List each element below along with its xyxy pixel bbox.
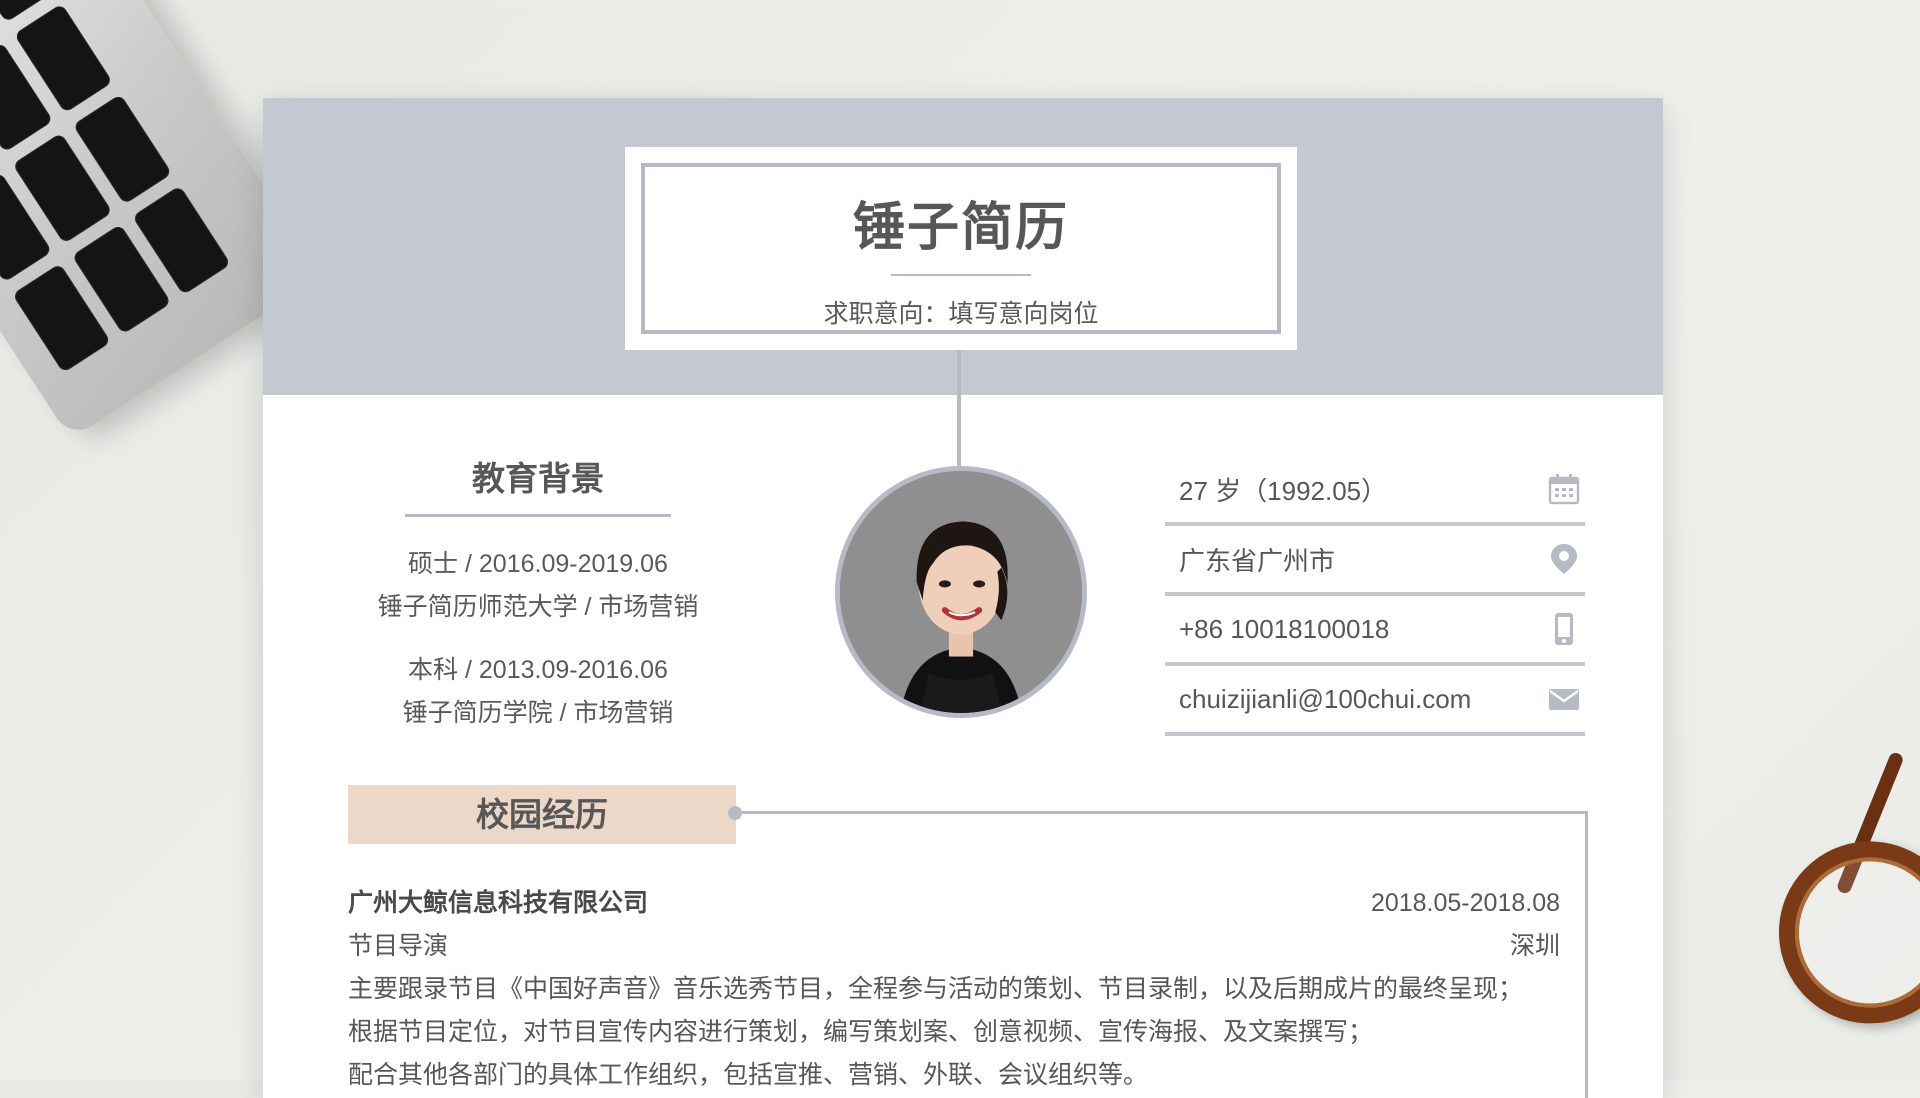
connector-line [957, 350, 961, 478]
experience-description-line: 配合其他各部门的具体工作组织，包括宣推、营销、外联、会议组织等。 [348, 1061, 1149, 1089]
calendar-icon [1548, 474, 1580, 505]
portrait-illustration [840, 471, 1082, 713]
avatar [835, 466, 1087, 718]
section-vertical-rule [1585, 811, 1588, 1098]
education-underline [405, 514, 671, 517]
glasses-lens [1755, 817, 1920, 1048]
education-entry: 硕士 / 2016.09-2019.06 锤子简历师范大学 / 市场营销 [323, 543, 753, 629]
contact-section: 27 岁（1992.05） 广东省广州市 +86 10018100018 chu… [1165, 456, 1585, 736]
campus-experience-heading: 校园经历 [348, 785, 736, 844]
title-underline [891, 274, 1031, 276]
glasses-decoration [1730, 750, 1920, 1080]
job-intention: 求职意向：填写意向岗位 [823, 300, 1099, 328]
resume-title: 锤子简历 [852, 199, 1069, 257]
section-rule [741, 811, 1588, 814]
experience-description-line: 根据节目定位，对节目宣传内容进行策划，编写策划案、创意视频、宣传海报、及文案撰写… [348, 1018, 1374, 1046]
email-text: chuizijianli@100chui.com [1179, 683, 1472, 714]
phone-text: +86 10018100018 [1179, 613, 1390, 644]
title-box: 锤子简历 求职意向：填写意向岗位 [625, 147, 1297, 350]
experience-role: 节目导演 [348, 932, 449, 960]
location-text: 广东省广州市 [1179, 545, 1336, 576]
experience-period: 2018.05-2018.08 [1370, 889, 1560, 917]
section-dot [728, 806, 742, 820]
education-degree-period: 硕士 / 2016.09-2019.06 [408, 550, 668, 578]
phone-icon [1555, 613, 1573, 645]
company-name: 广州大鲸信息科技有限公司 [348, 889, 649, 917]
mail-icon [1549, 689, 1579, 710]
education-school-major: 锤子简历师范大学 / 市场营销 [377, 593, 699, 621]
contact-row-age: 27 岁（1992.05） [1165, 456, 1585, 526]
experience-role-row: 节目导演 深圳 [348, 925, 1560, 968]
location-pin-icon [1551, 544, 1577, 574]
experience-description-line: 主要跟录节目《中国好声音》音乐选秀节目，全程参与活动的策划、节目录制，以及后期成… [348, 975, 1524, 1003]
title-box-frame: 锤子简历 求职意向：填写意向岗位 [641, 163, 1281, 334]
education-school-major: 锤子简历学院 / 市场营销 [402, 699, 674, 727]
age-text: 27 岁（1992.05） [1179, 475, 1388, 506]
campus-experience-entry: 广州大鲸信息科技有限公司 2018.05-2018.08 节目导演 深圳 主要跟… [348, 882, 1560, 1097]
contact-row-phone: +86 10018100018 [1165, 596, 1585, 666]
experience-city: 深圳 [1509, 932, 1560, 960]
experience-header-row: 广州大鲸信息科技有限公司 2018.05-2018.08 [348, 882, 1560, 925]
education-heading: 教育背景 [472, 460, 604, 497]
education-entry: 本科 / 2013.09-2016.06 锤子简历学院 / 市场营销 [323, 649, 753, 735]
education-section: 教育背景 硕士 / 2016.09-2019.06 锤子简历师范大学 / 市场营… [323, 452, 753, 735]
education-degree-period: 本科 / 2013.09-2016.06 [408, 656, 668, 684]
resume-page: 锤子简历 求职意向：填写意向岗位 教育背景 硕士 / 2016.09-2019.… [263, 98, 1663, 1098]
contact-row-email: chuizijianli@100chui.com [1165, 666, 1585, 736]
contact-row-location: 广东省广州市 [1165, 526, 1585, 596]
